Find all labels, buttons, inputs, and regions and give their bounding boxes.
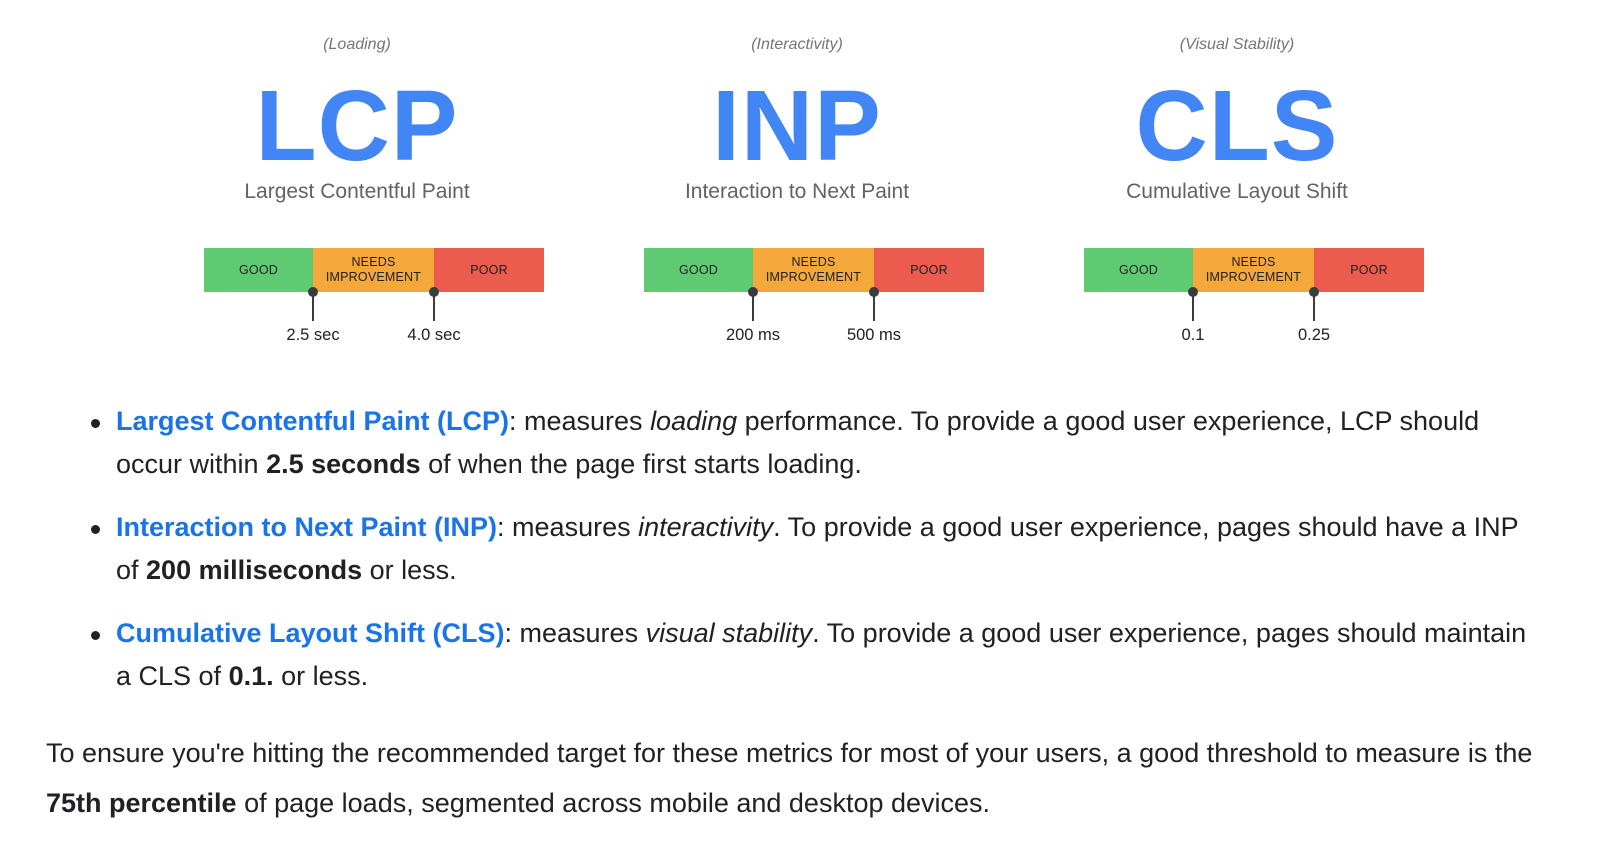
segment-good: GOOD: [1084, 248, 1193, 292]
summary-paragraph: To ensure you're hitting the recommended…: [46, 728, 1546, 828]
segment-needs-improvement: NEEDS IMPROVEMENT: [1193, 248, 1314, 292]
threshold-label: 2.5 sec: [286, 326, 340, 344]
segment-label-line1: NEEDS: [351, 255, 396, 269]
list-item: Cumulative Layout Shift (CLS): measures …: [88, 612, 1548, 698]
strong: 75th percentile: [46, 788, 237, 818]
segment-good: GOOD: [204, 248, 313, 292]
metric-category: (Loading): [323, 36, 391, 53]
text: or less.: [273, 661, 369, 691]
threshold-label: 500 ms: [846, 326, 902, 344]
threshold-bar: GOOD NEEDS IMPROVEMENT POOR: [1084, 248, 1424, 292]
text: of when the page first starts loading.: [420, 449, 862, 479]
segment-good: GOOD: [644, 248, 753, 292]
text: : measures: [497, 512, 639, 542]
segment-poor: POOR: [874, 248, 984, 292]
list-item: Largest Contentful Paint (LCP): measures…: [88, 400, 1548, 486]
text: : measures: [509, 406, 651, 436]
link-inp[interactable]: Interaction to Next Paint (INP): [116, 512, 497, 542]
threshold-label: 0.25: [1297, 326, 1331, 344]
segment-needs-improvement: NEEDS IMPROVEMENT: [753, 248, 874, 292]
segment-label-line2: IMPROVEMENT: [325, 270, 422, 284]
strong: 0.1.: [228, 661, 274, 691]
bullet-icon: [91, 525, 100, 534]
metric-abbreviation: CLS: [1135, 70, 1339, 182]
segment-poor: POOR: [1314, 248, 1424, 292]
emphasis: loading: [650, 406, 738, 436]
threshold-bar: GOOD NEEDS IMPROVEMENT POOR: [204, 248, 544, 292]
segment-label-line1: NEEDS: [791, 255, 836, 269]
emphasis: visual stability: [645, 618, 813, 648]
metrics-description-list: Largest Contentful Paint (LCP): measures…: [88, 400, 1548, 718]
text: or less.: [362, 555, 457, 585]
threshold-marker: [748, 287, 758, 323]
segment-label-line1: NEEDS: [1231, 255, 1276, 269]
text: : measures: [504, 618, 646, 648]
link-lcp[interactable]: Largest Contentful Paint (LCP): [116, 406, 509, 436]
text: To ensure you're hitting the recommended…: [46, 738, 1533, 768]
metric-abbreviation: INP: [712, 70, 882, 182]
threshold-marker: [429, 287, 439, 323]
segment-label-line2: IMPROVEMENT: [1205, 270, 1302, 284]
strong: 2.5 seconds: [266, 449, 421, 479]
threshold-label: 200 ms: [725, 326, 781, 344]
bullet-icon: [91, 419, 100, 428]
segment-needs-improvement: NEEDS IMPROVEMENT: [313, 248, 434, 292]
metric-category: (Visual Stability): [1179, 36, 1295, 53]
metric-full-name: Cumulative Layout Shift: [1126, 180, 1348, 203]
metric-full-name: Interaction to Next Paint: [684, 180, 910, 203]
strong: 200 milliseconds: [146, 555, 363, 585]
threshold-marker: [1188, 287, 1198, 323]
metric-abbreviation: LCP: [255, 70, 459, 182]
threshold-marker: [1309, 287, 1319, 323]
threshold-label: 0.1: [1181, 326, 1205, 344]
segment-label-line2: IMPROVEMENT: [765, 270, 862, 284]
segment-poor: POOR: [434, 248, 544, 292]
text: of page loads, segmented across mobile a…: [236, 788, 991, 818]
list-item: Interaction to Next Paint (INP): measure…: [88, 506, 1548, 592]
link-cls[interactable]: Cumulative Layout Shift (CLS): [116, 618, 505, 648]
metric-full-name: Largest Contentful Paint: [244, 180, 470, 203]
threshold-label: 4.0 sec: [407, 326, 461, 344]
bullet-icon: [91, 631, 100, 640]
threshold-marker: [308, 287, 318, 323]
emphasis: interactivity: [638, 512, 774, 542]
threshold-marker: [869, 287, 879, 323]
metric-category: (Interactivity): [751, 36, 843, 53]
threshold-bar: GOOD NEEDS IMPROVEMENT POOR: [644, 248, 984, 292]
